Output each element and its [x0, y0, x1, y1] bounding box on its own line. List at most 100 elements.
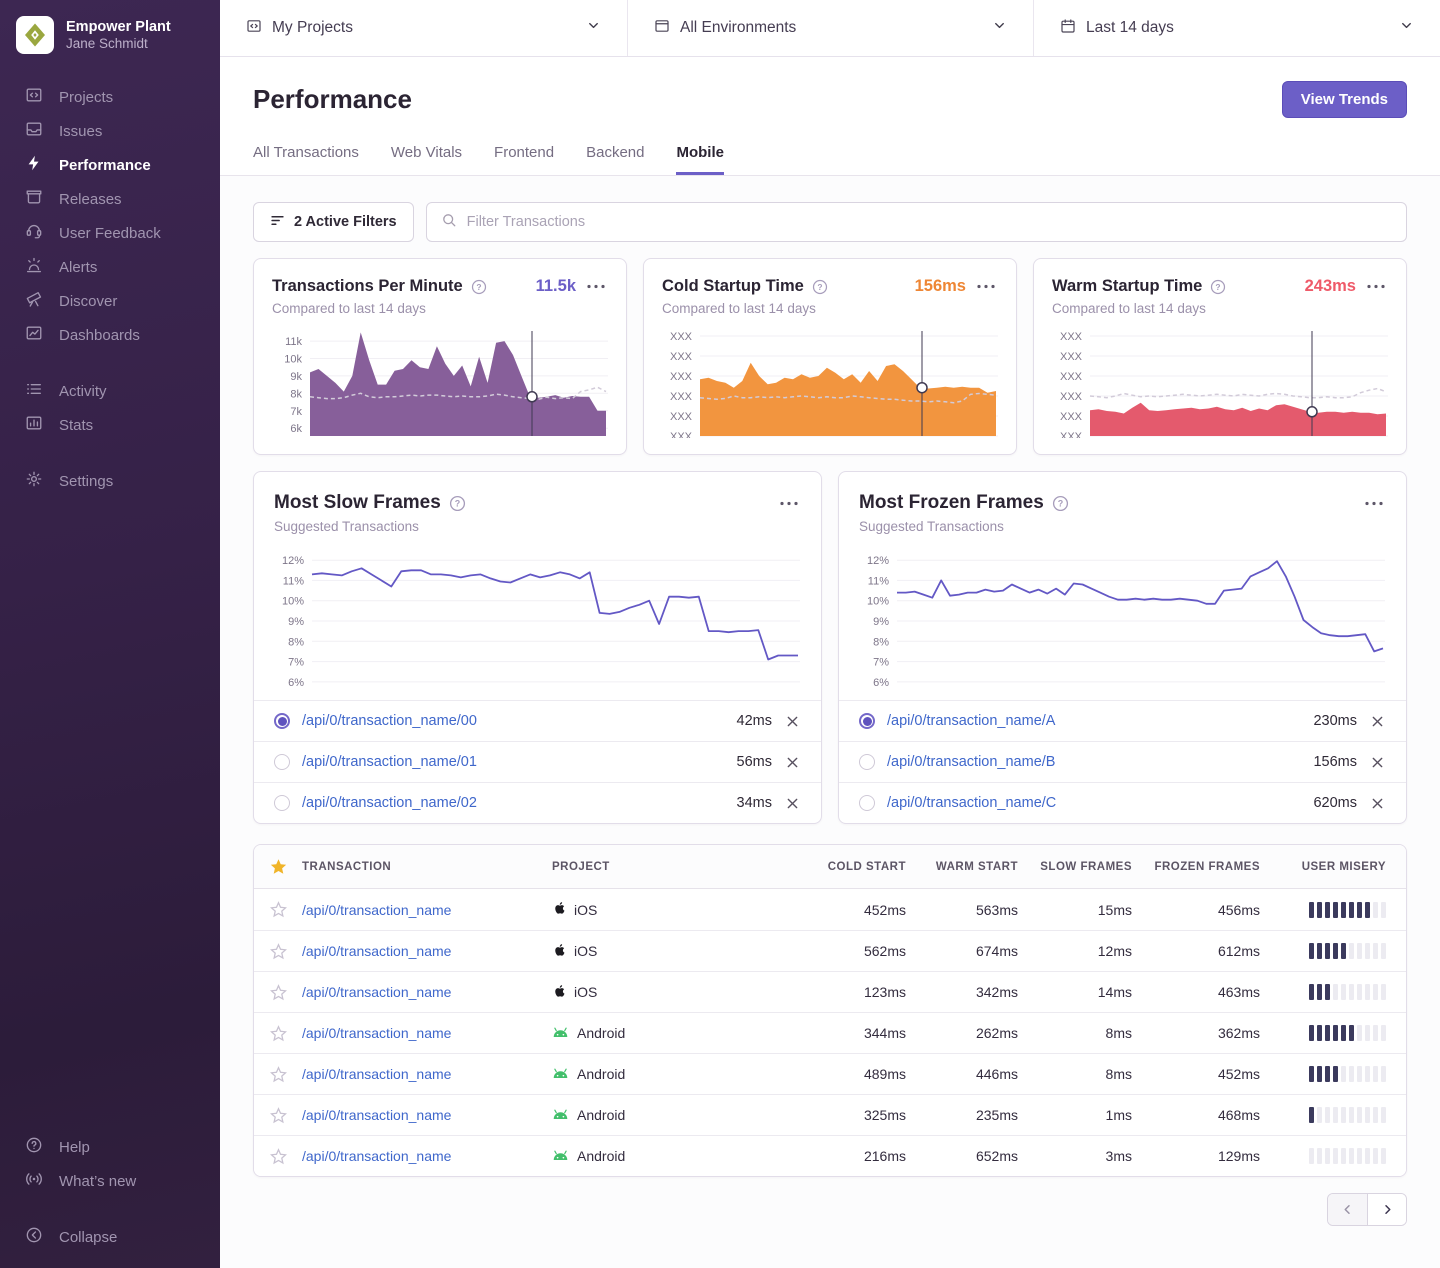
- sidebar-item-user-feedback[interactable]: User Feedback: [0, 216, 220, 250]
- sidebar-item-stats[interactable]: Stats: [0, 408, 220, 442]
- star-icon[interactable]: [254, 1066, 302, 1083]
- context-menu-icon[interactable]: [974, 281, 998, 292]
- radio-button[interactable]: [859, 754, 875, 770]
- star-icon[interactable]: [254, 901, 302, 918]
- frozen-frames-value: 612ms: [1132, 943, 1260, 959]
- next-page-button[interactable]: [1367, 1194, 1406, 1225]
- radio-button[interactable]: [274, 713, 290, 729]
- active-filters-button[interactable]: 2 Active Filters: [253, 202, 414, 242]
- star-icon[interactable]: [254, 1025, 302, 1042]
- sidebar-item-help[interactable]: Help: [0, 1130, 220, 1164]
- svg-text:11%: 11%: [868, 575, 889, 587]
- radio-button[interactable]: [859, 713, 875, 729]
- duration-value: 156ms: [1313, 754, 1357, 770]
- close-icon[interactable]: [1369, 713, 1386, 730]
- sidebar-item-activity[interactable]: Activity: [0, 374, 220, 408]
- view-trends-button[interactable]: View Trends: [1282, 81, 1407, 118]
- transaction-link[interactable]: /api/0/transaction_name/B: [887, 754, 1055, 770]
- filter-icon: [270, 213, 285, 232]
- column-header[interactable]: COLD START: [794, 861, 906, 873]
- org-header[interactable]: Empower Plant Jane Schmidt: [0, 16, 220, 80]
- close-icon[interactable]: [1369, 795, 1386, 812]
- sidebar-item-label: Alerts: [59, 259, 97, 276]
- sidebar-item-what-s-new[interactable]: What’s new: [0, 1164, 220, 1198]
- sidebar-item-label: Issues: [59, 123, 102, 140]
- context-menu-icon[interactable]: [1364, 281, 1388, 292]
- radio-button[interactable]: [274, 795, 290, 811]
- help-icon[interactable]: ?: [1052, 495, 1069, 512]
- star-icon[interactable]: [254, 1107, 302, 1124]
- cold-start-value: 344ms: [794, 1025, 906, 1041]
- tab-backend[interactable]: Backend: [586, 144, 644, 175]
- column-header[interactable]: SLOW FRAMES: [1018, 861, 1132, 873]
- sidebar-item-settings[interactable]: Settings: [0, 464, 220, 498]
- project-selector-label: My Projects: [272, 19, 353, 37]
- close-icon[interactable]: [784, 713, 801, 730]
- sidebar-item-alerts[interactable]: Alerts: [0, 250, 220, 284]
- search-input[interactable]: [467, 214, 1392, 230]
- sidebar-item-releases[interactable]: Releases: [0, 182, 220, 216]
- transaction-link[interactable]: /api/0/transaction_name: [302, 1148, 552, 1164]
- context-menu-icon[interactable]: [1362, 498, 1386, 509]
- transaction-link[interactable]: /api/0/transaction_name/02: [302, 795, 477, 811]
- star-icon[interactable]: [254, 943, 302, 960]
- sidebar-item-projects[interactable]: Projects: [0, 80, 220, 114]
- close-icon[interactable]: [784, 795, 801, 812]
- date-range-selector[interactable]: Last 14 days: [1034, 0, 1440, 56]
- star-icon[interactable]: [254, 984, 302, 1001]
- sidebar-item-performance[interactable]: Performance: [0, 148, 220, 182]
- context-menu-icon[interactable]: [777, 498, 801, 509]
- tpm-chart: 11k10k9k8k7k6k: [272, 326, 608, 438]
- tab-web-vitals[interactable]: Web Vitals: [391, 144, 462, 175]
- column-header[interactable]: WARM START: [906, 861, 1018, 873]
- mini-cards-row: Transactions Per Minute ? 11.5k Compared…: [253, 258, 1407, 455]
- star-icon[interactable]: [254, 1148, 302, 1165]
- help-icon[interactable]: ?: [1210, 279, 1226, 295]
- project-selector[interactable]: My Projects: [220, 0, 628, 56]
- radio-button[interactable]: [859, 795, 875, 811]
- android-icon: [552, 1107, 569, 1123]
- activity-icon: [25, 380, 43, 402]
- help-icon[interactable]: ?: [812, 279, 828, 295]
- column-header[interactable]: USER MISERY: [1260, 861, 1406, 873]
- project-cell: iOS: [552, 900, 794, 919]
- card-value: 243ms: [1305, 277, 1356, 296]
- transaction-link[interactable]: /api/0/transaction_name: [302, 1025, 552, 1041]
- star-header-icon[interactable]: [254, 858, 302, 875]
- transaction-link[interactable]: /api/0/transaction_name: [302, 902, 552, 918]
- help-icon[interactable]: ?: [471, 279, 487, 295]
- column-header[interactable]: FROZEN FRAMES: [1132, 861, 1260, 873]
- transaction-link[interactable]: /api/0/transaction_name: [302, 1066, 552, 1082]
- transaction-link[interactable]: /api/0/transaction_name/00: [302, 713, 477, 729]
- transaction-link[interactable]: /api/0/transaction_name/01: [302, 754, 477, 770]
- prev-page-button[interactable]: [1328, 1194, 1367, 1225]
- transaction-link[interactable]: /api/0/transaction_name: [302, 1107, 552, 1123]
- transaction-link[interactable]: /api/0/transaction_name: [302, 984, 552, 1000]
- project-cell: iOS: [552, 942, 794, 961]
- svg-text:XXX: XXX: [670, 391, 693, 403]
- table-row: /api/0/transaction_nameiOS123ms342ms14ms…: [254, 971, 1406, 1012]
- duration-value: 230ms: [1313, 713, 1357, 729]
- transaction-link[interactable]: /api/0/transaction_name: [302, 943, 552, 959]
- tab-mobile[interactable]: Mobile: [676, 144, 724, 175]
- transaction-link[interactable]: /api/0/transaction_name/C: [887, 795, 1056, 811]
- context-menu-icon[interactable]: [584, 281, 608, 292]
- sidebar-item-collapse[interactable]: Collapse: [0, 1220, 220, 1254]
- column-header[interactable]: TRANSACTION: [302, 861, 552, 873]
- environment-selector[interactable]: All Environments: [628, 0, 1034, 56]
- tab-frontend[interactable]: Frontend: [494, 144, 554, 175]
- tab-all-transactions[interactable]: All Transactions: [253, 144, 359, 175]
- radio-button[interactable]: [274, 754, 290, 770]
- column-header[interactable]: PROJECT: [552, 861, 794, 873]
- close-icon[interactable]: [1369, 754, 1386, 771]
- sidebar-item-discover[interactable]: Discover: [0, 284, 220, 318]
- sidebar-item-issues[interactable]: Issues: [0, 114, 220, 148]
- sidebar-item-dashboards[interactable]: Dashboards: [0, 318, 220, 352]
- help-icon[interactable]: ?: [449, 495, 466, 512]
- close-icon[interactable]: [784, 754, 801, 771]
- project-cell: Android: [552, 1107, 794, 1123]
- duration-value: 34ms: [737, 795, 772, 811]
- frame-list-item: /api/0/transaction_name/0156ms: [254, 741, 821, 782]
- user-misery-bar: [1260, 1107, 1406, 1123]
- transaction-link[interactable]: /api/0/transaction_name/A: [887, 713, 1055, 729]
